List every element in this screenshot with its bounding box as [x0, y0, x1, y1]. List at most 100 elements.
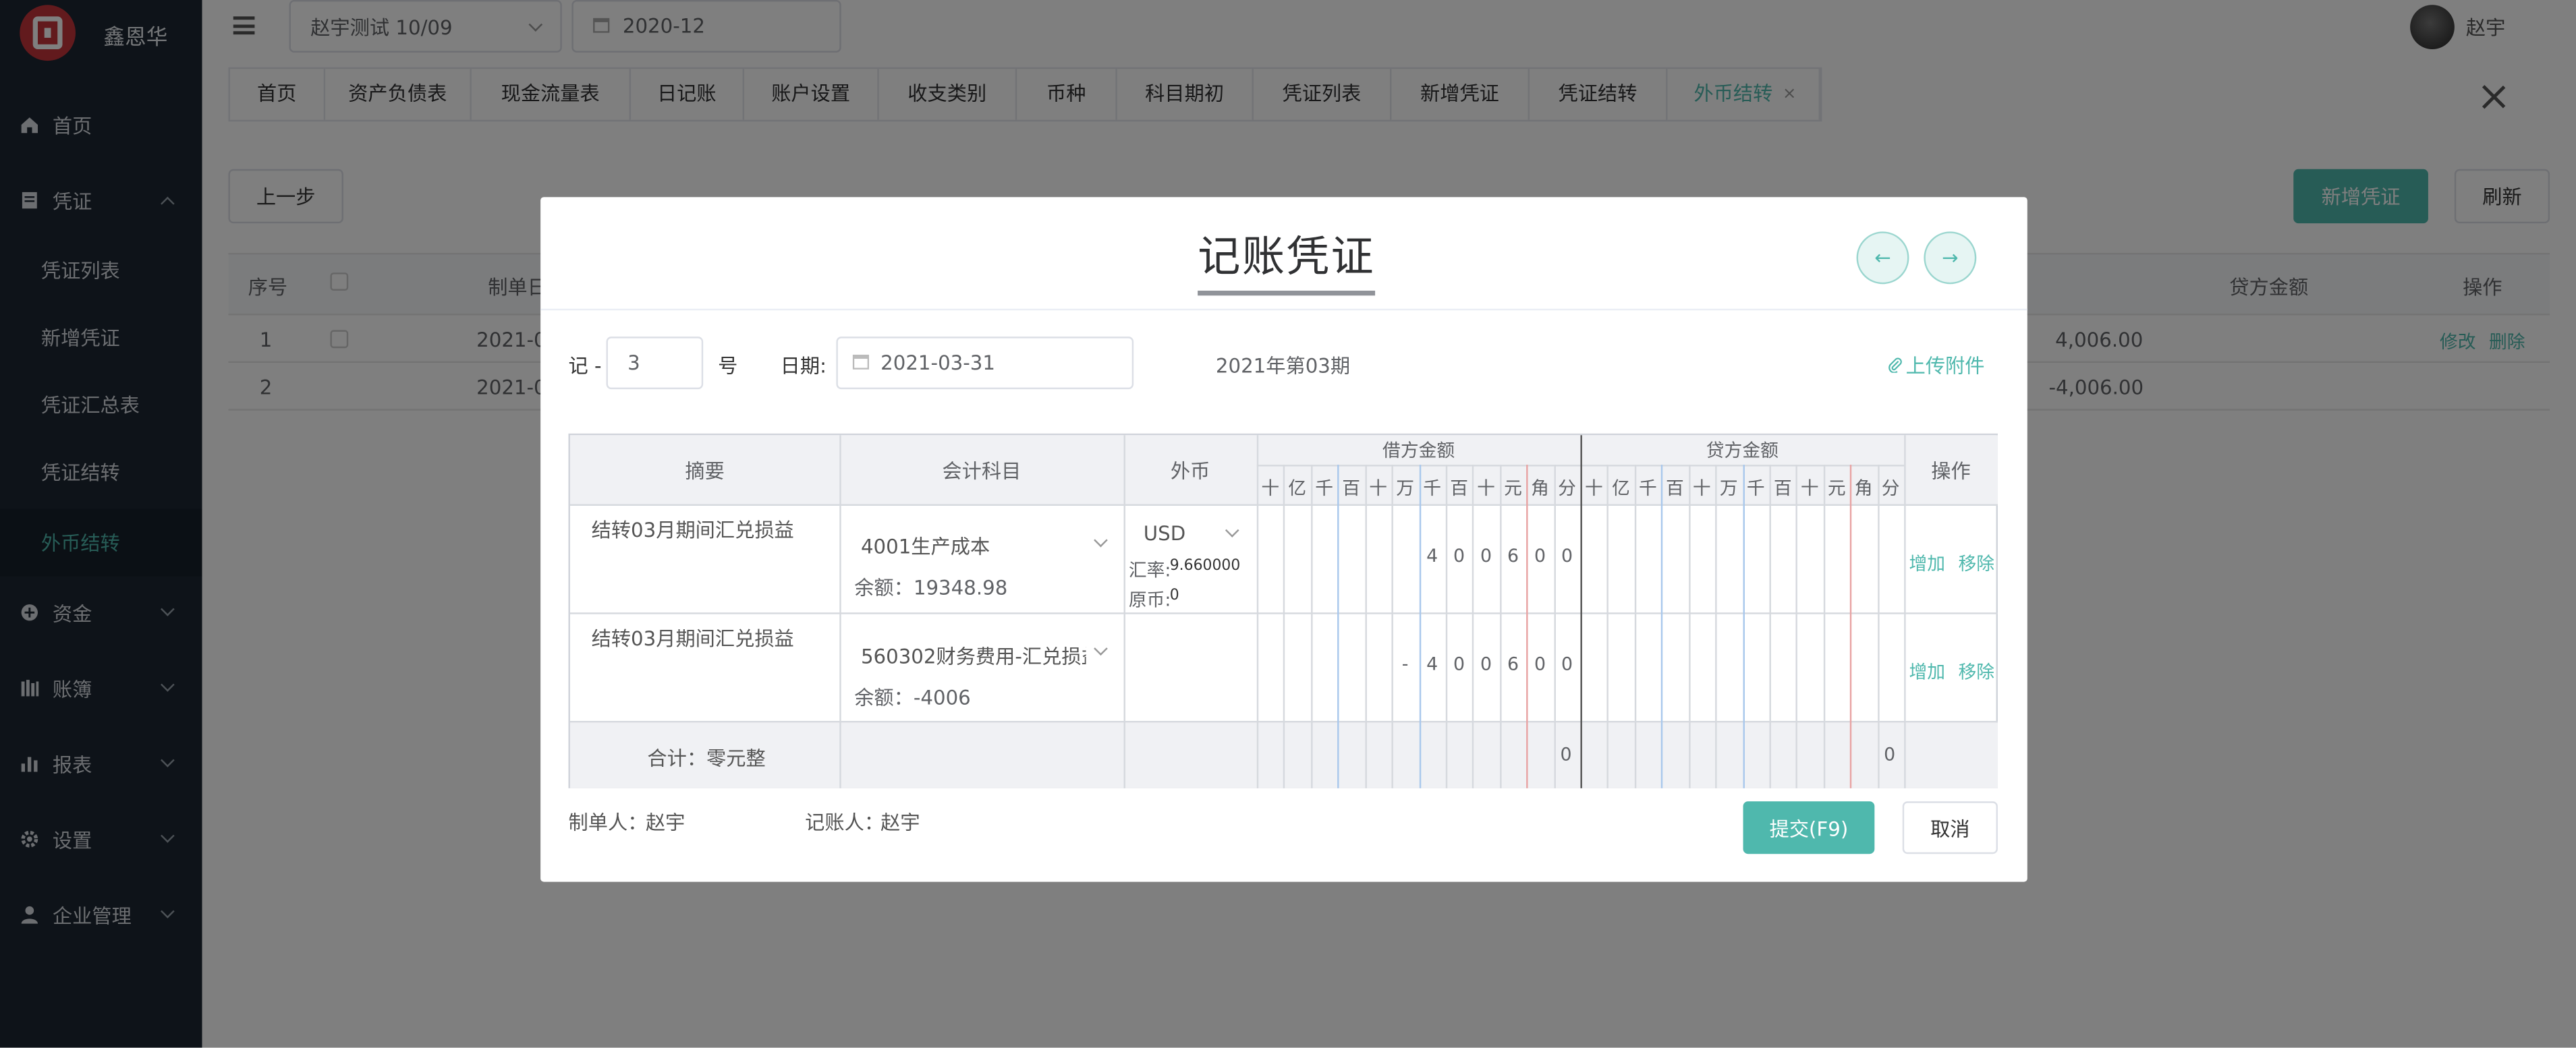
digit-divider [1526, 465, 1529, 788]
digit-column-header: 万 [1719, 477, 1738, 500]
bookkeeper-name: 赵宇 [880, 811, 920, 834]
prev-voucher-button[interactable]: ← [1856, 231, 1909, 285]
debit-digit: 0 [1453, 545, 1465, 567]
upload-attachment-label: 上传附件 [1905, 354, 1985, 378]
digit-column-header: 亿 [1288, 477, 1307, 500]
debit-digit: 4 [1426, 653, 1438, 675]
digit-column-header: 元 [1827, 477, 1846, 500]
digit-divider [1715, 465, 1717, 788]
maker-label: 制单人： [568, 811, 648, 834]
add-line-link[interactable]: 增加 [1909, 658, 1945, 685]
digit-divider [1796, 465, 1798, 788]
digit-divider [1634, 465, 1636, 788]
digit-divider [1877, 465, 1879, 788]
digit-column-header: 十 [1692, 477, 1711, 500]
submit-button[interactable]: 提交(F9) [1743, 801, 1875, 854]
digit-column-header: 元 [1504, 477, 1522, 500]
digit-column-header: 百 [1450, 477, 1468, 500]
fc-header: 外币 [1123, 435, 1257, 504]
digit-divider [1769, 465, 1771, 788]
cancel-button[interactable]: 取消 [1902, 801, 1998, 854]
arrow-left-icon: ← [1874, 246, 1891, 270]
digit-column-header: 万 [1396, 477, 1415, 500]
account-value: 560302财务费用-汇兑损益 [860, 645, 1086, 669]
voucher-dialog: 记账凭证 ← → 记 - 3 号 日期: 2021-03-31 2021年第03… [540, 197, 2027, 882]
period-text: 2021年第03期 [1215, 354, 1351, 378]
line-summary[interactable]: 结转03月期间汇兑损益 [592, 516, 794, 544]
digit-column-header: 角 [1531, 477, 1549, 500]
digit-divider [1742, 465, 1744, 788]
voucher-no-suffix: 号 [718, 354, 738, 378]
dialog-title: 记账凭证 [1198, 223, 1376, 296]
next-voucher-button[interactable]: → [1924, 231, 1977, 285]
digit-column-header: 分 [1881, 477, 1900, 500]
debit-digit: 0 [1534, 653, 1546, 675]
digit-divider [1391, 465, 1394, 788]
account-select[interactable]: 560302财务费用-汇兑损益 [861, 642, 1086, 670]
digit-column-header: 千 [1315, 477, 1334, 500]
voucher-entry-table: 摘要 会计科目 外币 借方金额 贷方金额 操作 十亿千百十万千百十元角分十亿千百… [568, 433, 1998, 788]
debit-digit: 0 [1453, 653, 1465, 675]
bookkeeper-label: 记账人： [805, 811, 885, 834]
total-debit: 0 [1560, 744, 1572, 765]
digit-divider [1472, 465, 1475, 788]
digit-divider [1607, 465, 1609, 788]
account-header: 会计科目 [839, 435, 1124, 504]
digit-divider [1283, 465, 1286, 788]
chevron-down-icon [1094, 533, 1108, 548]
digit-column-header: 十 [1585, 477, 1603, 500]
digit-column-header: 十 [1477, 477, 1495, 500]
debit-digit: 0 [1561, 653, 1573, 675]
digit-column-header: 十 [1369, 477, 1388, 500]
remove-line-link[interactable]: 移除 [1959, 550, 1995, 577]
digit-column-header: 千 [1638, 477, 1657, 500]
digit-column-header: 百 [1342, 477, 1361, 500]
digit-column-header: 十 [1261, 477, 1280, 500]
digit-divider [1661, 465, 1663, 788]
digit-column-header: 亿 [1611, 477, 1630, 500]
app-root: 鑫恩华 首页 凭证 凭证列表 新增凭证 凭证汇总表 凭证结转 外币结转 资金 账… [0, 0, 2576, 1048]
orig-label: 原币: [1128, 589, 1171, 611]
debit-digit: 0 [1480, 545, 1492, 567]
account-value: 4001生产成本 [860, 535, 990, 558]
digit-column-header: 千 [1746, 477, 1765, 500]
debit-digit: 0 [1480, 653, 1492, 675]
debit-header: 借方金额 [1256, 435, 1581, 465]
add-line-link[interactable]: 增加 [1909, 550, 1945, 577]
chevron-down-icon [1094, 641, 1108, 656]
voucher-number-input[interactable]: 3 [606, 337, 704, 390]
voucher-number-value: 3 [627, 351, 640, 375]
upload-attachment-link[interactable]: 上传附件 [1888, 351, 1985, 379]
line-summary[interactable]: 结转03月期间汇兑损益 [592, 624, 794, 651]
credit-header: 贷方金额 [1580, 435, 1905, 465]
debit-digit: 0 [1534, 545, 1546, 567]
maker-name: 赵宇 [645, 811, 685, 834]
digit-divider [1310, 465, 1313, 788]
debit-digit: 4 [1426, 545, 1438, 567]
summary-header: 摘要 [569, 435, 840, 504]
digit-column-header: 百 [1665, 477, 1684, 500]
account-select[interactable]: 4001生产成本 [861, 532, 990, 560]
voucher-prefix-label: 记 - [568, 354, 602, 378]
digit-divider [1688, 465, 1690, 788]
digit-divider [1445, 465, 1448, 788]
digit-divider [1823, 465, 1825, 788]
date-picker[interactable]: 2021-03-31 [836, 337, 1134, 390]
digit-divider [1553, 465, 1555, 788]
digit-divider [1418, 465, 1421, 788]
chevron-down-icon [1225, 523, 1239, 537]
account-balance: 余额：19348.98 [854, 576, 1008, 600]
remove-line-link[interactable]: 移除 [1959, 658, 1995, 685]
currency-select[interactable]: USD [1144, 522, 1185, 545]
date-label: 日期: [780, 354, 827, 378]
arrow-right-icon: → [1942, 246, 1959, 270]
rate-value[interactable]: 9.660000 [1170, 558, 1241, 575]
orig-value[interactable]: 0 [1170, 588, 1179, 604]
calendar-icon [852, 351, 870, 374]
debit-digit: 6 [1507, 653, 1519, 675]
digit-divider [1499, 465, 1502, 788]
debit-digit: - [1401, 653, 1409, 675]
rate-label: 汇率: [1128, 560, 1171, 581]
digit-divider [1850, 465, 1852, 788]
total-label: 合计：零元整 [647, 747, 766, 771]
